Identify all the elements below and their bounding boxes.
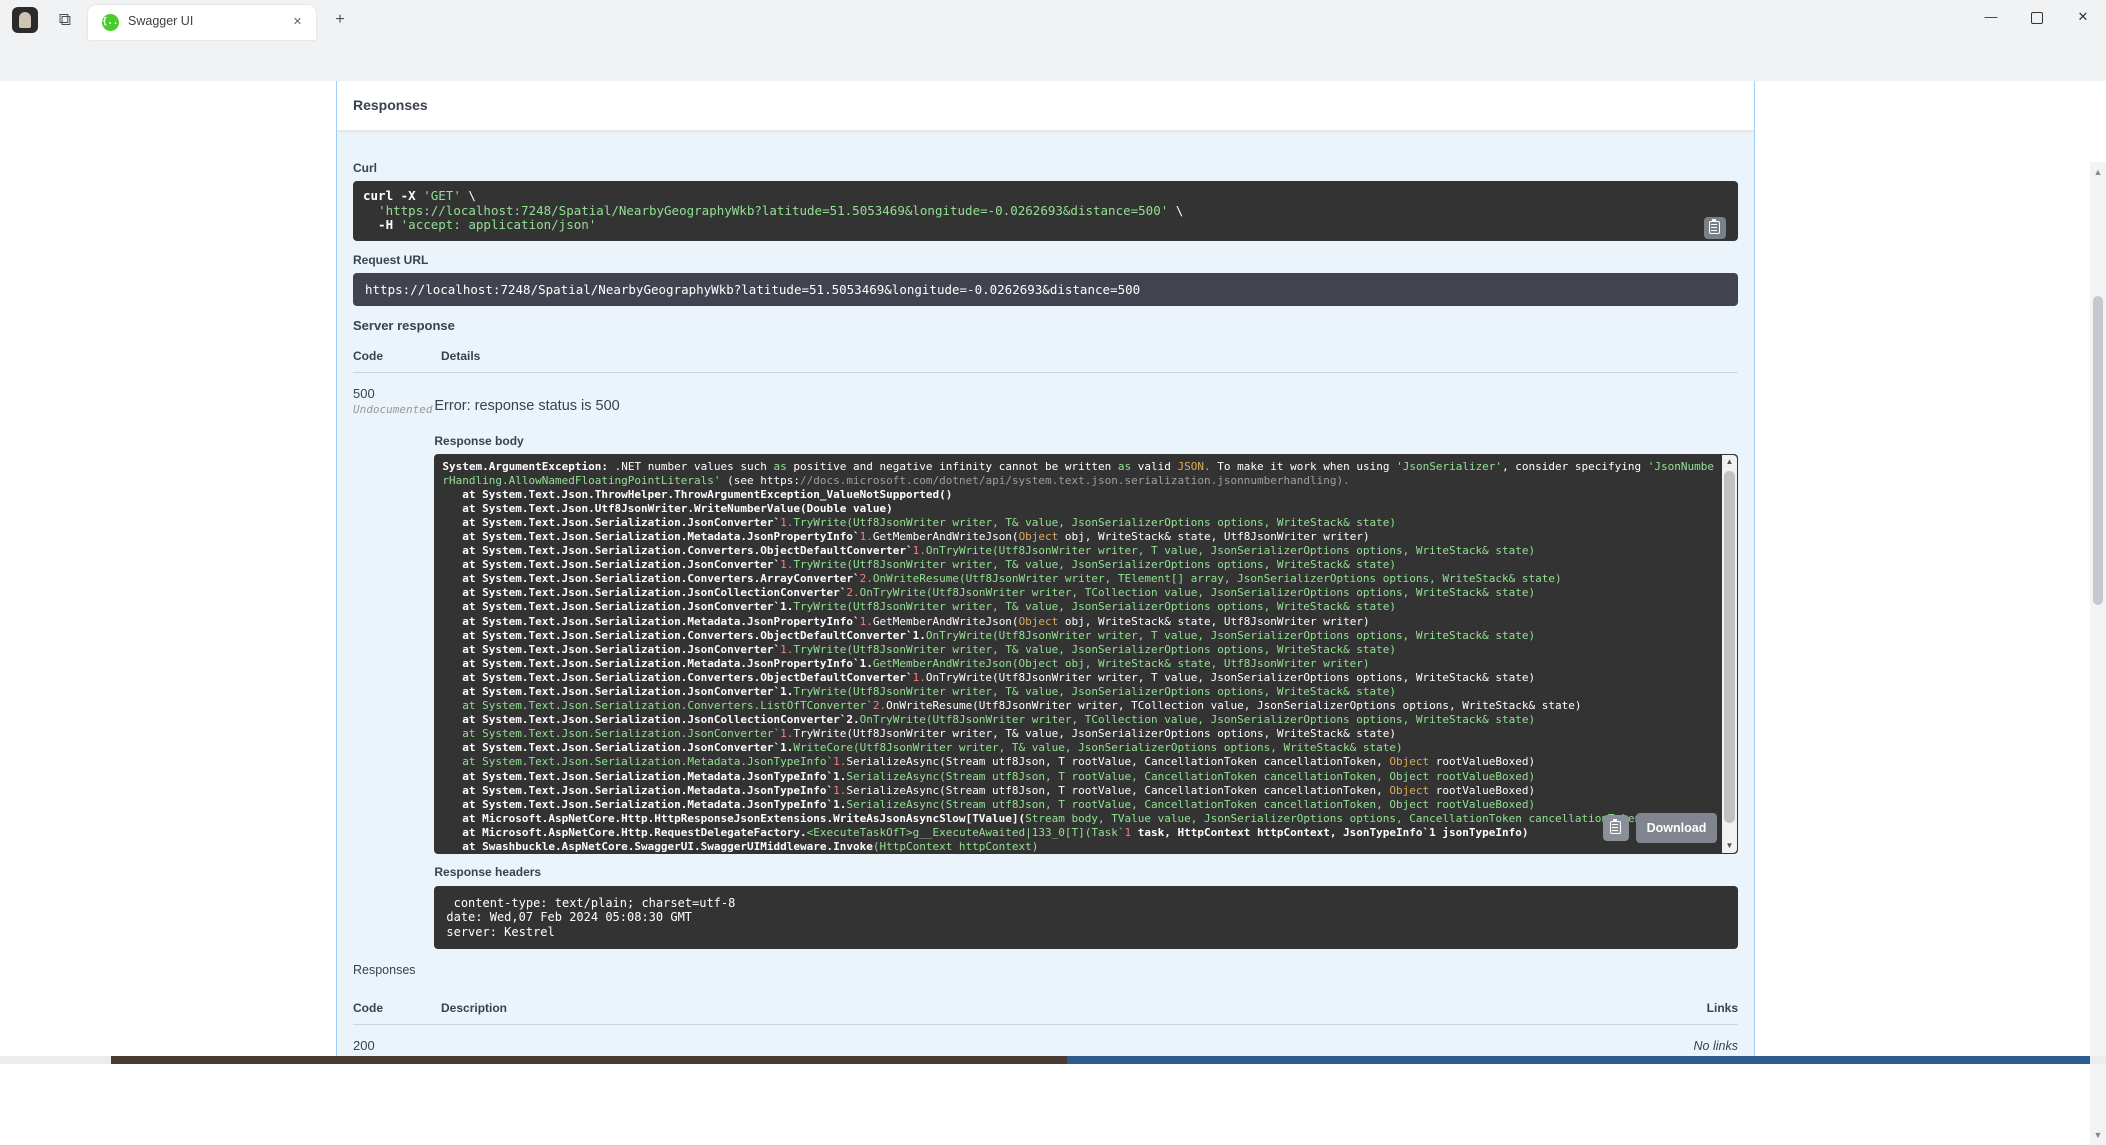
- tab-swagger-ui[interactable]: {..} Swagger UI ✕: [88, 5, 316, 40]
- window-controls: — ✕: [1968, 0, 2106, 36]
- server-response-row: 500 Undocumented Error: response status …: [353, 373, 1738, 950]
- page-content: Responses Curl curl -X 'GET' \ 'https://…: [0, 81, 2106, 1064]
- response-body: System.ArgumentException: .NET number va…: [434, 454, 1738, 854]
- scroll-down-icon[interactable]: ▼: [1722, 839, 1737, 853]
- code-column-header: Code: [353, 1001, 441, 1015]
- server-response-table: Code Details 500 Undocumented Error: res…: [353, 349, 1738, 950]
- code-column-header: Code: [353, 349, 441, 363]
- undocumented-label: Undocumented: [353, 403, 434, 416]
- clipboard-icon: [1610, 821, 1621, 834]
- tab-strip: ⧉ {..} Swagger UI ✕ + — ✕: [0, 0, 2106, 40]
- tab-title: Swagger UI: [128, 14, 193, 28]
- tab-close-icon[interactable]: ✕: [289, 14, 306, 31]
- response-body-label: Response body: [434, 434, 1738, 448]
- responses-section-header: Responses: [337, 81, 1754, 131]
- responses-section-title: Responses: [337, 81, 1754, 113]
- browser-window: ⧉ {..} Swagger UI ✕ + — ✕ ← ⟳ https://lo…: [0, 0, 2106, 1064]
- download-button[interactable]: Download: [1636, 813, 1717, 843]
- browser-chrome: ⧉ {..} Swagger UI ✕ + — ✕ ← ⟳ https://lo…: [0, 0, 2106, 82]
- scrollbar-thumb[interactable]: [1724, 471, 1735, 823]
- curl-label: Curl: [353, 161, 1738, 175]
- profile-avatar[interactable]: [12, 7, 38, 33]
- details-column-header: Details: [441, 349, 1738, 363]
- server-response-title: Server response: [353, 318, 1738, 333]
- response-body-scrollbar[interactable]: ▲ ▼: [1722, 455, 1737, 853]
- description-column-header: Description: [441, 1001, 1678, 1015]
- bottom-strip-brown-bar: [111, 1056, 1067, 1064]
- workspaces-icon[interactable]: ⧉: [54, 9, 76, 31]
- links-column-header: Links: [1678, 1001, 1738, 1015]
- responses-table-header: Code Description Links: [353, 1001, 1738, 1015]
- opblock-body: Curl curl -X 'GET' \ 'https://localhost:…: [337, 131, 1754, 1064]
- scroll-up-icon[interactable]: ▲: [2090, 164, 2106, 180]
- response-headers: content-type: text/plain; charset=utf-8d…: [434, 886, 1738, 950]
- clipboard-icon: [1709, 221, 1720, 234]
- error-text: Error: response status is 500: [434, 398, 1738, 414]
- curl-wrap: curl -X 'GET' \ 'https://localhost:7248/…: [353, 181, 1738, 241]
- request-url-label: Request URL: [353, 253, 1738, 267]
- response-body-wrap: System.ArgumentException: .NET number va…: [434, 454, 1738, 854]
- minimize-button[interactable]: —: [1968, 0, 2014, 36]
- scroll-up-icon[interactable]: ▲: [1722, 455, 1737, 469]
- maximize-button[interactable]: [2014, 0, 2060, 36]
- browser-toolbar: ← ⟳ https://localhost:7248/swagger/index…: [0, 40, 2106, 81]
- copy-response-button[interactable]: [1603, 815, 1629, 841]
- close-button[interactable]: ✕: [2060, 0, 2106, 36]
- curl-command: curl -X 'GET' \ 'https://localhost:7248/…: [353, 181, 1738, 241]
- new-tab-button[interactable]: +: [330, 10, 350, 30]
- status-code: 500: [353, 386, 434, 401]
- response-headers-label: Response headers: [434, 865, 1738, 879]
- page-scrollbar-thumb[interactable]: [2093, 296, 2103, 605]
- scroll-down-icon[interactable]: ▼: [2090, 1127, 2106, 1143]
- request-url-value: https://localhost:7248/Spatial/NearbyGeo…: [353, 273, 1738, 306]
- bottom-strip-blue-bar: [1067, 1056, 2090, 1064]
- bottom-edge-strip: [0, 1056, 2106, 1064]
- swagger-opblock: Responses Curl curl -X 'GET' \ 'https://…: [336, 81, 1755, 1064]
- swagger-favicon: {..}: [102, 14, 119, 31]
- copy-curl-button[interactable]: [1704, 217, 1726, 239]
- page-scrollbar[interactable]: ▲ ▼: [2090, 162, 2106, 1145]
- responses-table-title: Responses: [353, 963, 1738, 977]
